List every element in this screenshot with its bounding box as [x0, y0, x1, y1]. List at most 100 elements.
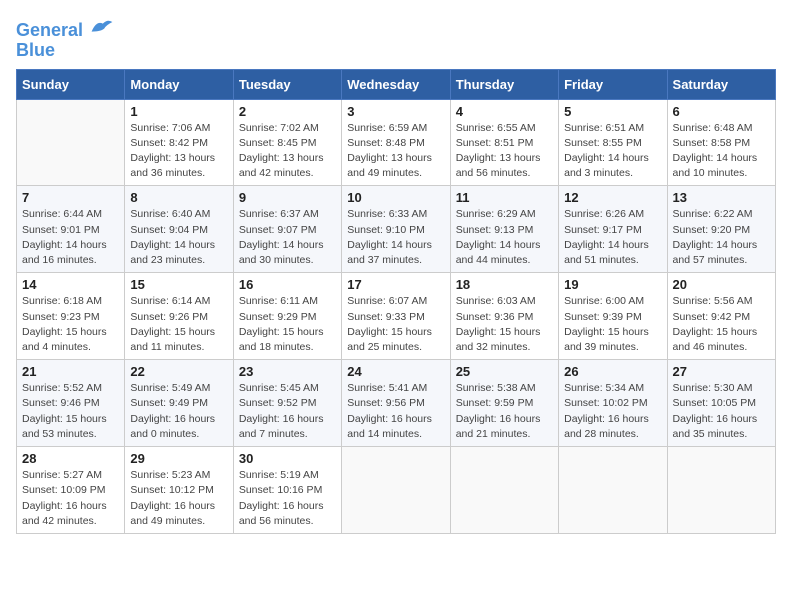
calendar-cell — [559, 447, 667, 534]
calendar-cell: 7 Sunrise: 6:44 AM Sunset: 9:01 PM Daylig… — [17, 186, 125, 273]
calendar-cell: 29 Sunrise: 5:23 AM Sunset: 10:12 PM Dayl… — [125, 447, 233, 534]
day-info: Sunrise: 5:34 AM Sunset: 10:02 PM Daylig… — [564, 381, 661, 442]
calendar-week-row: 28 Sunrise: 5:27 AM Sunset: 10:09 PM Dayl… — [17, 447, 776, 534]
logo-general: General — [16, 20, 83, 40]
calendar-cell — [17, 99, 125, 186]
calendar-cell: 10 Sunrise: 6:33 AM Sunset: 9:10 PM Dayli… — [342, 186, 450, 273]
calendar-cell: 16 Sunrise: 6:11 AM Sunset: 9:29 PM Dayli… — [233, 273, 341, 360]
day-number: 9 — [239, 190, 336, 205]
day-number: 20 — [673, 277, 770, 292]
day-number: 5 — [564, 104, 661, 119]
day-number: 10 — [347, 190, 444, 205]
day-info: Sunrise: 6:51 AM Sunset: 8:55 PM Dayligh… — [564, 121, 661, 182]
day-number: 23 — [239, 364, 336, 379]
logo-bird-icon — [90, 16, 114, 36]
logo: General Blue — [16, 16, 114, 61]
day-info: Sunrise: 6:29 AM Sunset: 9:13 PM Dayligh… — [456, 207, 553, 268]
day-info: Sunrise: 5:27 AM Sunset: 10:09 PM Daylig… — [22, 468, 119, 529]
calendar-cell: 12 Sunrise: 6:26 AM Sunset: 9:17 PM Dayli… — [559, 186, 667, 273]
calendar-cell: 2Sunrise: 7:02 AM Sunset: 8:45 PM Daylig… — [233, 99, 341, 186]
calendar-cell: 4Sunrise: 6:55 AM Sunset: 8:51 PM Daylig… — [450, 99, 558, 186]
calendar-cell: 3 Sunrise: 6:59 AM Sunset: 8:48 PM Daylig… — [342, 99, 450, 186]
calendar-cell: 1 Sunrise: 7:06 AM Sunset: 8:42 PM Daylig… — [125, 99, 233, 186]
day-number: 25 — [456, 364, 553, 379]
calendar-week-row: 14 Sunrise: 6:18 AM Sunset: 9:23 PM Dayli… — [17, 273, 776, 360]
day-number: 1 — [130, 104, 227, 119]
day-number: 28 — [22, 451, 119, 466]
calendar-cell — [342, 447, 450, 534]
calendar-cell: 26 Sunrise: 5:34 AM Sunset: 10:02 PM Dayl… — [559, 360, 667, 447]
day-info: Sunrise: 5:41 AM Sunset: 9:56 PM Dayligh… — [347, 381, 444, 442]
calendar-week-row: 7 Sunrise: 6:44 AM Sunset: 9:01 PM Daylig… — [17, 186, 776, 273]
page-header: General Blue — [16, 16, 776, 61]
header-friday: Friday — [559, 69, 667, 99]
day-number: 12 — [564, 190, 661, 205]
day-info: Sunrise: 5:56 AM Sunset: 9:42 PM Dayligh… — [673, 294, 770, 355]
day-info: Sunrise: 6:37 AM Sunset: 9:07 PM Dayligh… — [239, 207, 336, 268]
calendar-cell: 21Sunrise: 5:52 AM Sunset: 9:46 PM Dayli… — [17, 360, 125, 447]
day-number: 7 — [22, 190, 119, 205]
day-number: 18 — [456, 277, 553, 292]
day-number: 6 — [673, 104, 770, 119]
calendar-cell — [667, 447, 775, 534]
calendar-header-row: SundayMondayTuesdayWednesdayThursdayFrid… — [17, 69, 776, 99]
header-tuesday: Tuesday — [233, 69, 341, 99]
day-info: Sunrise: 5:19 AM Sunset: 10:16 PM Daylig… — [239, 468, 336, 529]
calendar-cell — [450, 447, 558, 534]
calendar-cell: 14 Sunrise: 6:18 AM Sunset: 9:23 PM Dayli… — [17, 273, 125, 360]
calendar-cell: 24 Sunrise: 5:41 AM Sunset: 9:56 PM Dayli… — [342, 360, 450, 447]
day-number: 14 — [22, 277, 119, 292]
day-info: Sunrise: 6:03 AM Sunset: 9:36 PM Dayligh… — [456, 294, 553, 355]
day-info: Sunrise: 6:44 AM Sunset: 9:01 PM Dayligh… — [22, 207, 119, 268]
day-info: Sunrise: 7:06 AM Sunset: 8:42 PM Dayligh… — [130, 121, 227, 182]
day-number: 29 — [130, 451, 227, 466]
day-info: Sunrise: 5:38 AM Sunset: 9:59 PM Dayligh… — [456, 381, 553, 442]
logo-blue: Blue — [16, 40, 55, 60]
day-number: 17 — [347, 277, 444, 292]
day-info: Sunrise: 6:11 AM Sunset: 9:29 PM Dayligh… — [239, 294, 336, 355]
calendar-cell: 28 Sunrise: 5:27 AM Sunset: 10:09 PM Dayl… — [17, 447, 125, 534]
day-number: 2 — [239, 104, 336, 119]
day-info: Sunrise: 6:59 AM Sunset: 8:48 PM Dayligh… — [347, 121, 444, 182]
day-info: Sunrise: 5:30 AM Sunset: 10:05 PM Daylig… — [673, 381, 770, 442]
day-number: 13 — [673, 190, 770, 205]
header-sunday: Sunday — [17, 69, 125, 99]
calendar-cell: 27Sunrise: 5:30 AM Sunset: 10:05 PM Dayl… — [667, 360, 775, 447]
day-number: 16 — [239, 277, 336, 292]
calendar-week-row: 1 Sunrise: 7:06 AM Sunset: 8:42 PM Daylig… — [17, 99, 776, 186]
day-number: 3 — [347, 104, 444, 119]
day-info: Sunrise: 6:18 AM Sunset: 9:23 PM Dayligh… — [22, 294, 119, 355]
header-saturday: Saturday — [667, 69, 775, 99]
day-info: Sunrise: 6:55 AM Sunset: 8:51 PM Dayligh… — [456, 121, 553, 182]
calendar-cell: 6 Sunrise: 6:48 AM Sunset: 8:58 PM Daylig… — [667, 99, 775, 186]
calendar-cell: 11 Sunrise: 6:29 AM Sunset: 9:13 PM Dayli… — [450, 186, 558, 273]
day-number: 15 — [130, 277, 227, 292]
calendar-cell: 15 Sunrise: 6:14 AM Sunset: 9:26 PM Dayli… — [125, 273, 233, 360]
day-info: Sunrise: 6:22 AM Sunset: 9:20 PM Dayligh… — [673, 207, 770, 268]
day-number: 26 — [564, 364, 661, 379]
day-number: 11 — [456, 190, 553, 205]
header-thursday: Thursday — [450, 69, 558, 99]
calendar-table: SundayMondayTuesdayWednesdayThursdayFrid… — [16, 69, 776, 534]
calendar-cell: 18 Sunrise: 6:03 AM Sunset: 9:36 PM Dayli… — [450, 273, 558, 360]
day-info: Sunrise: 6:48 AM Sunset: 8:58 PM Dayligh… — [673, 121, 770, 182]
day-info: Sunrise: 6:07 AM Sunset: 9:33 PM Dayligh… — [347, 294, 444, 355]
calendar-week-row: 21Sunrise: 5:52 AM Sunset: 9:46 PM Dayli… — [17, 360, 776, 447]
day-info: Sunrise: 5:45 AM Sunset: 9:52 PM Dayligh… — [239, 381, 336, 442]
header-monday: Monday — [125, 69, 233, 99]
day-info: Sunrise: 5:52 AM Sunset: 9:46 PM Dayligh… — [22, 381, 119, 442]
day-info: Sunrise: 6:33 AM Sunset: 9:10 PM Dayligh… — [347, 207, 444, 268]
day-info: Sunrise: 6:14 AM Sunset: 9:26 PM Dayligh… — [130, 294, 227, 355]
day-info: Sunrise: 6:26 AM Sunset: 9:17 PM Dayligh… — [564, 207, 661, 268]
day-number: 24 — [347, 364, 444, 379]
day-number: 30 — [239, 451, 336, 466]
day-info: Sunrise: 5:23 AM Sunset: 10:12 PM Daylig… — [130, 468, 227, 529]
calendar-cell: 17 Sunrise: 6:07 AM Sunset: 9:33 PM Dayli… — [342, 273, 450, 360]
day-info: Sunrise: 6:00 AM Sunset: 9:39 PM Dayligh… — [564, 294, 661, 355]
calendar-cell: 9 Sunrise: 6:37 AM Sunset: 9:07 PM Daylig… — [233, 186, 341, 273]
calendar-cell: 8Sunrise: 6:40 AM Sunset: 9:04 PM Daylig… — [125, 186, 233, 273]
calendar-cell: 23 Sunrise: 5:45 AM Sunset: 9:52 PM Dayli… — [233, 360, 341, 447]
calendar-cell: 22Sunrise: 5:49 AM Sunset: 9:49 PM Dayli… — [125, 360, 233, 447]
calendar-cell: 5 Sunrise: 6:51 AM Sunset: 8:55 PM Daylig… — [559, 99, 667, 186]
calendar-cell: 20 Sunrise: 5:56 AM Sunset: 9:42 PM Dayli… — [667, 273, 775, 360]
